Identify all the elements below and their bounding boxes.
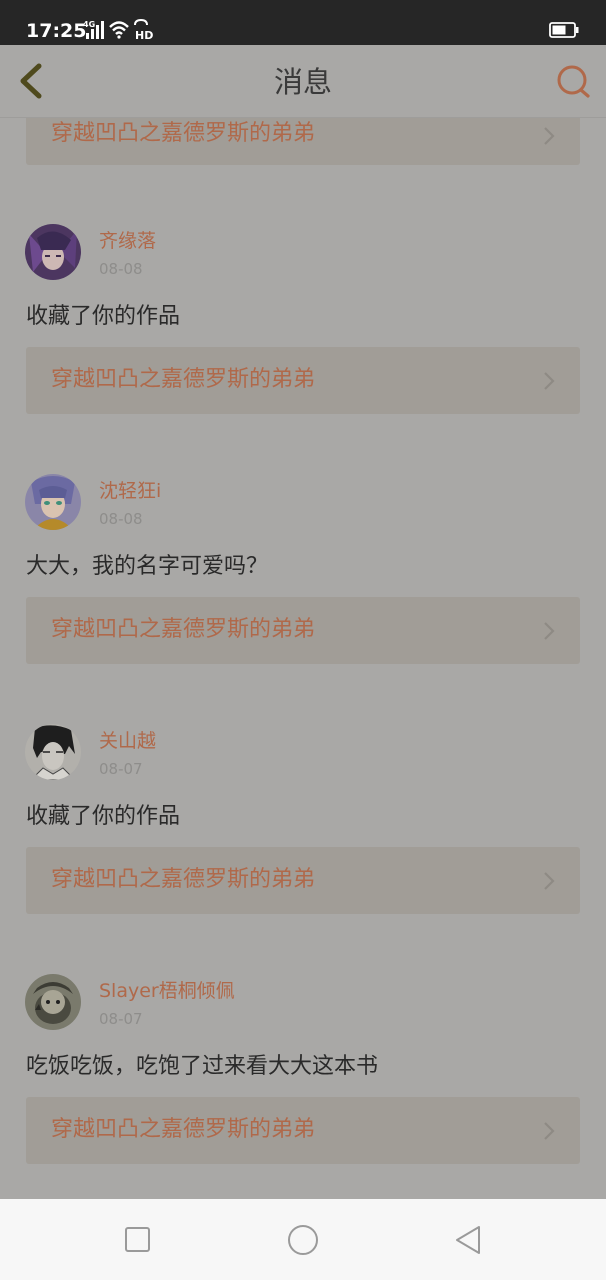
username[interactable]: 沈轻狂i: [99, 479, 161, 503]
message-date: 08-07: [99, 1010, 143, 1028]
recents-square-icon[interactable]: [121, 1223, 155, 1257]
message-card: 穿越凹凸之嘉德罗斯的弟弟: [0, 118, 606, 194]
message-list[interactable]: 穿越凹凸之嘉德罗斯的弟弟 齐缘落 08-08 收藏了你的作品 穿越凹凸之嘉德罗斯…: [0, 118, 606, 1199]
battery-icon: [549, 22, 579, 38]
work-title: 穿越凹凸之嘉德罗斯的弟弟: [51, 617, 316, 642]
avatar[interactable]: [25, 724, 81, 780]
work-link[interactable]: 穿越凹凸之嘉德罗斯的弟弟: [26, 118, 580, 165]
chevron-left-icon[interactable]: [14, 61, 48, 101]
message-text: 吃饭吃饭，吃饱了过来看大大这本书: [26, 1054, 379, 1079]
chevron-right-icon: [544, 622, 555, 640]
chevron-right-icon: [544, 127, 555, 145]
back-triangle-icon[interactable]: [451, 1223, 485, 1257]
page-title: 消息: [273, 65, 332, 99]
avatar[interactable]: [25, 474, 81, 530]
status-time: 17:25: [26, 20, 87, 42]
message-text: 收藏了你的作品: [26, 804, 181, 829]
status-bar: 17:25 4G HD: [0, 0, 606, 45]
message-card: 关山越 08-07 收藏了你的作品 穿越凹凸之嘉德罗斯的弟弟: [0, 700, 606, 934]
hd-label: HD: [135, 29, 153, 42]
work-link[interactable]: 穿越凹凸之嘉德罗斯的弟弟: [26, 847, 580, 914]
message-card: Slayer梧桐倾佩 08-07 吃饭吃饭，吃饱了过来看大大这本书 穿越凹凸之嘉…: [0, 950, 606, 1184]
chevron-right-icon: [544, 872, 555, 890]
system-nav-bar: [0, 1199, 606, 1280]
work-title: 穿越凹凸之嘉德罗斯的弟弟: [51, 121, 316, 146]
search-icon[interactable]: [554, 63, 592, 101]
wifi-icon: [109, 21, 129, 39]
avatar[interactable]: [25, 224, 81, 280]
message-text: 大大，我的名字可爱吗？: [26, 554, 269, 579]
home-circle-icon[interactable]: [286, 1223, 320, 1257]
message-date: 08-07: [99, 760, 143, 778]
work-title: 穿越凹凸之嘉德罗斯的弟弟: [51, 367, 316, 392]
hd-call-icon: HD: [134, 18, 153, 42]
work-title: 穿越凹凸之嘉德罗斯的弟弟: [51, 867, 316, 892]
status-icons: 4G HD: [83, 18, 153, 42]
chevron-right-icon: [544, 1122, 555, 1140]
message-card: 沈轻狂i 08-08 大大，我的名字可爱吗？ 穿越凹凸之嘉德罗斯的弟弟: [0, 450, 606, 684]
network-type-label: 4G: [83, 20, 95, 29]
chevron-right-icon: [544, 372, 555, 390]
username[interactable]: 齐缘落: [99, 229, 156, 253]
work-title: 穿越凹凸之嘉德罗斯的弟弟: [51, 1117, 316, 1142]
message-date: 08-08: [99, 510, 143, 528]
username[interactable]: 关山越: [99, 729, 156, 753]
work-link[interactable]: 穿越凹凸之嘉德罗斯的弟弟: [26, 347, 580, 414]
message-date: 08-08: [99, 260, 143, 278]
work-link[interactable]: 穿越凹凸之嘉德罗斯的弟弟: [26, 597, 580, 664]
message-text: 收藏了你的作品: [26, 304, 181, 329]
work-link[interactable]: 穿越凹凸之嘉德罗斯的弟弟: [26, 1097, 580, 1164]
avatar[interactable]: [25, 974, 81, 1030]
username[interactable]: Slayer梧桐倾佩: [99, 979, 235, 1003]
message-card: 齐缘落 08-08 收藏了你的作品 穿越凹凸之嘉德罗斯的弟弟: [0, 200, 606, 434]
header-bar: 消息: [0, 45, 606, 118]
